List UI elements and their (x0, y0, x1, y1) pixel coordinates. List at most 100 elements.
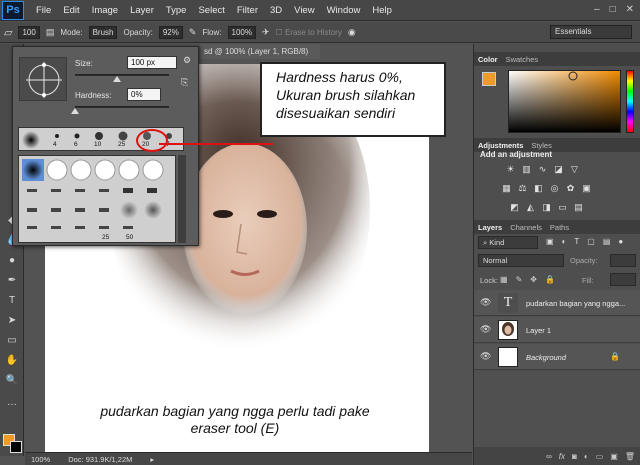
dodge-tool-icon[interactable]: ● (4, 254, 20, 268)
pen-tool-icon[interactable]: ✒ (4, 274, 20, 288)
eraser-tool-icon[interactable]: ▱ (4, 26, 12, 39)
visibility-eye-icon[interactable]: 👁 (480, 297, 492, 307)
channel-mixer-icon[interactable]: ✿ (564, 183, 577, 194)
filter-smart-icon[interactable]: ▤ (603, 237, 611, 246)
black-white-icon[interactable]: ◧ (532, 183, 545, 194)
visibility-eye-icon[interactable]: 👁 (480, 351, 492, 361)
opacity-input[interactable]: 92% (158, 25, 183, 39)
new-preset-icon[interactable]: ⎘ (181, 77, 188, 88)
zoom-level[interactable]: 100% (31, 455, 50, 464)
layer-opacity-input[interactable] (610, 254, 636, 267)
vibrance-icon[interactable]: ▽ (568, 164, 581, 175)
tab-layers[interactable]: Layers (478, 223, 502, 232)
filter-adjustment-icon[interactable]: ◐ (562, 237, 567, 246)
exposure-icon[interactable]: ◪ (552, 164, 565, 175)
size-input[interactable]: 100 px (127, 56, 177, 69)
lock-position-icon[interactable]: ✥ (530, 275, 537, 284)
trash-icon[interactable]: 🗑 (625, 452, 635, 461)
menu-edit[interactable]: Edit (63, 5, 79, 16)
layer-row[interactable]: 👁 T pudarkan bagian yang ngga... (474, 290, 640, 316)
maximize-button[interactable]: □ (610, 4, 616, 15)
color-lookup-icon[interactable]: ▣ (580, 183, 593, 194)
pressure-opacity-icon[interactable]: ✎ (189, 27, 197, 38)
workspace-select[interactable]: Essentials (550, 25, 632, 39)
lock-all-icon[interactable]: 🔒 (545, 275, 555, 284)
close-button[interactable]: ✕ (626, 4, 634, 15)
zoom-tool-icon[interactable]: 🔍 (4, 374, 20, 388)
new-layer-icon[interactable]: ▣ (610, 452, 618, 461)
panel-foreground-swatch[interactable] (482, 72, 496, 86)
hardness-slider[interactable] (75, 106, 169, 108)
document-tab[interactable]: sd @ 100% (Layer 1, RGB/8) (200, 44, 320, 59)
shape-tool-icon[interactable]: ▭ (4, 334, 20, 348)
photo-filter-icon[interactable]: ◎ (548, 183, 561, 194)
filter-toggle-icon[interactable]: ● (618, 237, 623, 246)
erase-to-history-checkbox[interactable]: ☐ Erase to History (276, 28, 342, 37)
size-slider[interactable] (75, 74, 169, 76)
pressure-size-icon[interactable]: ◉ (348, 27, 356, 38)
tab-color[interactable]: Color (478, 55, 498, 64)
hue-saturation-icon[interactable]: ▦ (500, 183, 513, 194)
curves-icon[interactable]: ∿ (536, 164, 549, 175)
size-slider-thumb[interactable] (113, 76, 122, 82)
hue-slider[interactable] (626, 70, 634, 133)
threshold-icon[interactable]: ◨ (540, 202, 553, 213)
mode-select[interactable]: Brush (88, 25, 118, 39)
brush-panel-icon[interactable]: ▤ (46, 27, 55, 38)
tab-adjustments[interactable]: Adjustments (478, 141, 523, 150)
levels-icon[interactable]: ▥ (520, 164, 533, 175)
lock-pixels-icon[interactable]: ✎ (516, 275, 523, 284)
menu-view[interactable]: View (294, 5, 314, 16)
tab-channels[interactable]: Channels (510, 223, 542, 232)
brush-tip-preview[interactable] (19, 57, 67, 101)
lock-transparency-icon[interactable]: ▦ (500, 275, 508, 284)
preset-grid-scrollbar[interactable] (178, 155, 186, 243)
filter-shape-icon[interactable]: ▢ (587, 237, 595, 246)
menu-layer[interactable]: Layer (130, 5, 154, 16)
link-icon[interactable]: ∞ (546, 452, 552, 461)
color-picker-field[interactable] (508, 70, 621, 133)
menu-window[interactable]: Window (327, 5, 361, 16)
filter-type-icon[interactable]: T (574, 237, 579, 246)
menu-type[interactable]: Type (166, 5, 187, 16)
hardness-slider-thumb[interactable] (71, 108, 79, 114)
visibility-eye-icon[interactable]: 👁 (480, 324, 492, 334)
more-tools-icon[interactable]: … (4, 396, 20, 410)
mask-icon[interactable]: ◙ (572, 452, 577, 461)
tab-styles[interactable]: Styles (531, 141, 551, 150)
tab-paths[interactable]: Paths (550, 223, 569, 232)
adjustment-icon[interactable]: ◐ (584, 452, 589, 461)
layer-kind-filter[interactable]: ⌕ Kind (478, 236, 538, 249)
color-balance-icon[interactable]: ⚖ (516, 183, 529, 194)
gradient-map-icon[interactable]: ▭ (556, 202, 569, 213)
fx-icon[interactable]: fx (559, 452, 565, 461)
menu-image[interactable]: Image (92, 5, 118, 16)
brush-preset-grid[interactable]: 25 50 (18, 155, 176, 243)
flow-input[interactable]: 100% (227, 25, 256, 39)
blend-mode-select[interactable]: Normal (478, 254, 564, 267)
invert-icon[interactable]: ◩ (508, 202, 521, 213)
minimize-button[interactable]: – (594, 4, 600, 15)
menu-file[interactable]: File (36, 5, 51, 16)
tab-swatches[interactable]: Swatches (506, 55, 539, 64)
brightness-icon[interactable]: ☀ (504, 164, 517, 175)
airbrush-icon[interactable]: ✈ (262, 27, 270, 38)
hardness-input[interactable]: 0% (127, 88, 161, 101)
folder-icon[interactable]: ▭ (596, 452, 604, 461)
background-color-swatch[interactable] (10, 441, 22, 453)
fill-input[interactable] (610, 273, 636, 286)
layer-row[interactable]: 👁 Background 🔒 (474, 344, 640, 370)
status-arrow-icon[interactable]: ▸ (150, 455, 154, 464)
popup-gear-icon[interactable]: ⚙ (183, 55, 191, 66)
menu-filter[interactable]: Filter (237, 5, 258, 16)
menu-help[interactable]: Help (372, 5, 392, 16)
hand-tool-icon[interactable]: ✋ (4, 354, 20, 368)
brush-size-picker[interactable]: 100 (18, 25, 40, 39)
path-selection-icon[interactable]: ➤ (4, 314, 20, 328)
posterize-icon[interactable]: ◭ (524, 202, 537, 213)
type-tool-icon[interactable]: T (4, 294, 20, 308)
menu-select[interactable]: Select (198, 5, 224, 16)
selective-color-icon[interactable]: ▤ (572, 202, 585, 213)
filter-pixel-icon[interactable]: ▣ (546, 237, 554, 246)
layer-row[interactable]: 👁 Layer 1 (474, 317, 640, 343)
